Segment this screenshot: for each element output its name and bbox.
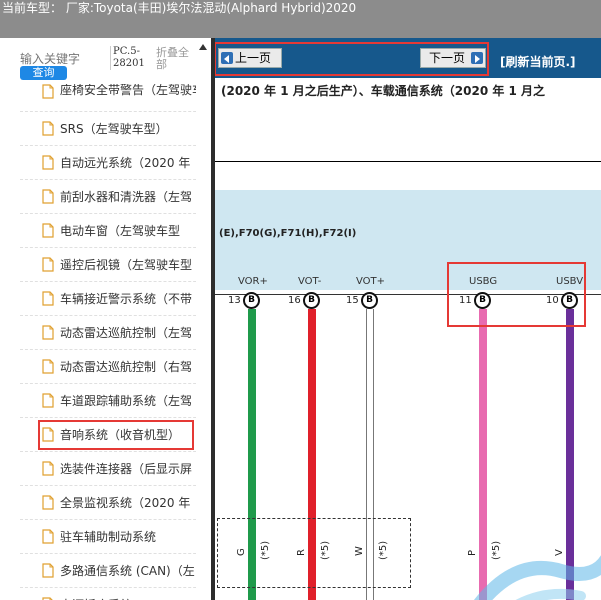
tree-item-label: 动态雷达巡航控制（左驾 xyxy=(60,326,193,340)
tree-item-label: 多路通信系统 (CAN)（左 xyxy=(60,564,195,578)
document-icon xyxy=(42,495,54,510)
pin-signal-label: VOT+ xyxy=(356,276,386,287)
dashed-connector-box xyxy=(217,518,411,588)
connector-label: (E),F70(G),F71(H),F72(I) xyxy=(219,228,357,239)
tree-item-label: 前刮水器和清洗器（左驾 xyxy=(60,190,193,204)
document-icon xyxy=(42,121,54,136)
tree-item-label: 全景监视系统（2020 年 xyxy=(60,496,191,510)
tree-item[interactable]: 多路通信系统 (CAN)（左 xyxy=(20,554,211,588)
tree-item-label: 车道跟踪辅助系统（左驾 xyxy=(60,394,193,408)
tree-item-label: 自动远光系统（2020 年 xyxy=(60,156,191,170)
tree-item-label: SRS（左驾驶车型） xyxy=(60,122,168,136)
tree-item-label: 电源插座系统 xyxy=(60,596,132,600)
left-panel: 查询 PC.5-28201 折叠全部 座椅安全带警告（左驾驶车型） SRS（左驾驶… xyxy=(0,38,211,600)
tree-item-label: 动态雷达巡航控制（右驾 xyxy=(60,360,193,374)
document-icon xyxy=(42,563,54,578)
tree-item[interactable]: 遥控后视镜（左驾驶车型 xyxy=(20,248,211,282)
tree-item[interactable]: 驻车辅助制动系统 xyxy=(20,520,211,554)
diagram-panel: 上一页 下一页 [刷新当前页.] (2020 年 1 月之后生产）、车载通信系统… xyxy=(215,38,601,600)
document-icon xyxy=(42,393,54,408)
tree-item[interactable]: 电动车窗（左驾驶车型 xyxy=(20,214,211,248)
document-icon xyxy=(42,189,54,204)
pin-signal-label: VOT- xyxy=(298,276,322,287)
tree-item[interactable]: 自动远光系统（2020 年 xyxy=(20,146,211,180)
vehicle-title: 当前车型： 厂家:Toyota(丰田)埃尔法混动(Alphard Hybrid)… xyxy=(2,1,357,15)
pin-number: 16 xyxy=(288,295,301,306)
document-icon xyxy=(42,529,54,544)
document-icon xyxy=(42,155,54,170)
pin-terminal-marker: B xyxy=(303,292,320,309)
tree-item[interactable]: 座椅安全带警告（左驾驶车型） xyxy=(20,84,211,112)
diagram-header: (2020 年 1 月之后生产）、车载通信系统（2020 年 1 月之 xyxy=(215,78,601,162)
refresh-page-link[interactable]: [刷新当前页.] xyxy=(500,53,576,70)
tree-item-label: 选装件连接器（后显示屏 xyxy=(60,462,193,476)
scroll-up-icon[interactable] xyxy=(199,44,207,50)
pin-number: 15 xyxy=(346,295,359,306)
tree-scrollbar[interactable] xyxy=(196,38,211,600)
tree-item[interactable]: 选装件连接器（后显示屏 xyxy=(20,452,211,486)
search-button[interactable]: 查询 xyxy=(20,66,67,80)
top-bar: 当前车型： 厂家:Toyota(丰田)埃尔法混动(Alphard Hybrid)… xyxy=(0,0,601,38)
document-icon xyxy=(42,84,54,99)
pin-terminal-marker: B xyxy=(361,292,378,309)
document-icon xyxy=(42,291,54,306)
tree-item-label: 车辆接近警示系统（不带 xyxy=(60,292,193,306)
document-icon xyxy=(42,325,54,340)
search-area: 查询 PC.5-28201 折叠全部 xyxy=(0,38,211,88)
page-nav-bar: 上一页 下一页 [刷新当前页.] xyxy=(215,38,601,78)
tree-item-label: 电动车窗（左驾驶车型 xyxy=(60,224,181,238)
document-icon xyxy=(42,257,54,272)
pin-signal-label: VOR+ xyxy=(238,276,268,287)
tree-item-label: 驻车辅助制动系统 xyxy=(60,530,157,544)
collapse-all-button[interactable]: 折叠全部 xyxy=(156,47,196,71)
tree-item[interactable]: 车辆接近警示系统（不带 xyxy=(20,282,211,316)
document-tree: 座椅安全带警告（左驾驶车型） SRS（左驾驶车型） 自动远光系统（2020 年前刮水… xyxy=(20,84,211,600)
tree-item-label: 遥控后视镜（左驾驶车型 xyxy=(60,258,193,272)
pin-number: 13 xyxy=(228,295,241,306)
tree-item[interactable]: 全景监视系统（2020 年 xyxy=(20,486,211,520)
usb-pins-highlight xyxy=(447,262,586,327)
pin-terminal-marker: B xyxy=(243,292,260,309)
tree-item[interactable]: 车道跟踪辅助系统（左驾 xyxy=(20,384,211,418)
document-icon xyxy=(42,223,54,238)
tree-item[interactable]: 动态雷达巡航控制（右驾 xyxy=(20,350,211,384)
tree-item[interactable]: 动态雷达巡航控制（左驾 xyxy=(20,316,211,350)
nav-highlight-box xyxy=(215,42,489,76)
diagram-header-text: (2020 年 1 月之后生产）、车载通信系统（2020 年 1 月之 xyxy=(221,84,546,98)
document-icon xyxy=(42,461,54,476)
document-icon xyxy=(42,359,54,374)
tree-item[interactable]: 前刮水器和清洗器（左驾 xyxy=(20,180,211,214)
watermark-graphic xyxy=(473,554,601,600)
pc-code: PC.5-28201 xyxy=(110,46,146,70)
tree-item[interactable]: 电源插座系统 xyxy=(20,588,211,600)
selected-item-highlight xyxy=(38,420,194,450)
tree-item-label: 座椅安全带警告（左驾驶车型） xyxy=(60,84,211,97)
tree-item[interactable]: SRS（左驾驶车型） xyxy=(20,112,211,146)
